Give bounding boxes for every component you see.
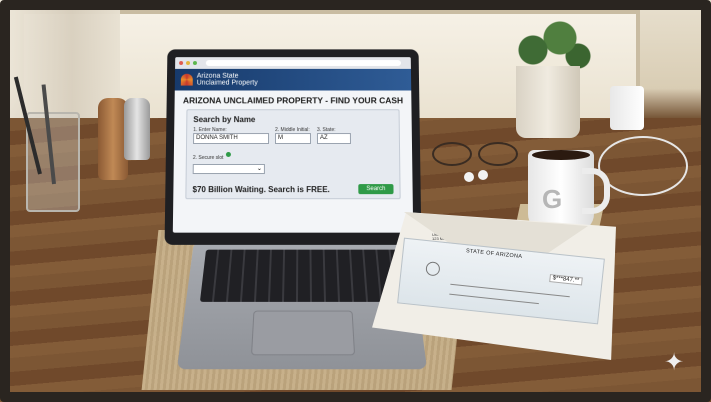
charger-cable	[598, 136, 688, 196]
state-seal-icon	[425, 261, 441, 277]
minimize-icon[interactable]	[186, 61, 191, 65]
search-button[interactable]: Search	[358, 184, 394, 195]
search-heading: Search by Name	[193, 115, 256, 125]
close-icon[interactable]	[179, 61, 184, 65]
address-bar[interactable]	[205, 60, 401, 66]
name-input[interactable]: DONNA SMITH	[193, 133, 270, 145]
site-header: Arizona State Unclaimed Property	[174, 68, 412, 91]
browser-toolbar	[175, 57, 411, 69]
maximize-icon[interactable]	[192, 61, 197, 65]
search-panel: Search by Name 1. Enter Name: DONNA SMIT…	[185, 109, 401, 200]
state-input[interactable]: AZ	[316, 133, 351, 145]
keyboard[interactable]	[199, 249, 405, 302]
middle-initial-field: 2. Middle Initial: M	[275, 127, 311, 145]
earbuds	[464, 170, 492, 182]
laptop-lid: Arizona State Unclaimed Property ARIZONA…	[164, 49, 422, 245]
plant-pot	[516, 66, 580, 138]
secure-check-icon	[225, 152, 231, 158]
check-title: STATE OF ARIZONA	[465, 248, 523, 261]
plant-leaves	[506, 14, 596, 74]
check-amount: $***847.**	[549, 274, 583, 286]
state-field: 3. State: AZ	[316, 127, 351, 145]
page-title: ARIZONA UNCLAIMED PROPERTY - FIND YOUR C…	[182, 95, 404, 106]
pen-cup	[13, 76, 80, 212]
name-field: 1. Enter Name: DONNA SMITH	[193, 127, 270, 145]
dropdown-chevron-icon: ⌄	[256, 165, 262, 173]
sparkle-icon: ✦	[664, 349, 685, 376]
trackpad[interactable]	[250, 310, 356, 356]
phone-charger	[610, 86, 644, 130]
salt-shaker	[124, 98, 150, 160]
coffee-mug: G	[528, 150, 610, 232]
org-name: Arizona State Unclaimed Property	[196, 72, 258, 87]
middle-initial-input[interactable]: M	[275, 133, 311, 145]
laptop-screen: Arizona State Unclaimed Property ARIZONA…	[172, 57, 414, 233]
coffee	[532, 150, 590, 160]
secure-slot-select[interactable]: ⌄	[192, 163, 265, 175]
tagline: $70 Billion Waiting. Search is FREE.	[192, 184, 330, 194]
mug-logo: G	[542, 184, 563, 214]
desk-scene: G Arizona State Unclaimed Property ARIZO…	[0, 0, 711, 402]
eyeglasses	[432, 142, 520, 166]
secure-slot-field: 2. Secure slot ⌄	[192, 146, 394, 175]
arizona-flag-icon	[180, 73, 193, 86]
